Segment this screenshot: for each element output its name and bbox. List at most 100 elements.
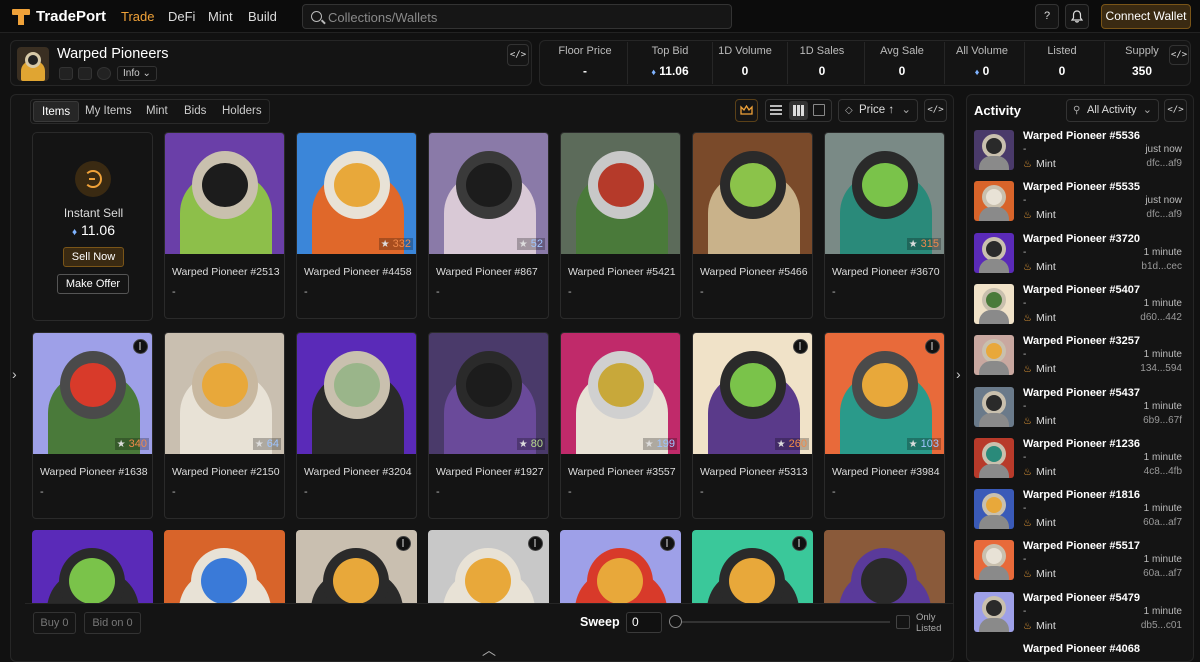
stats-code-button[interactable]: </> [1169, 45, 1189, 65]
nft-card-partial[interactable] [824, 530, 945, 603]
tab-holders[interactable]: Holders [214, 101, 270, 122]
nft-image: ★ 340 [33, 333, 152, 454]
nft-card-partial[interactable] [32, 530, 153, 603]
nft-price: - [172, 486, 176, 498]
activity-type: ♨ Mint [1023, 158, 1056, 170]
activity-row[interactable]: Warped Pioneer #1816- ♨ Mint 1 minute 60a...… [974, 489, 1186, 537]
nft-card[interactable]: Warped Pioneer #5466 - [692, 132, 813, 319]
nav-trade[interactable]: Trade [121, 9, 154, 24]
nft-card[interactable]: ★ 332 Warped Pioneer #4458 - [296, 132, 417, 319]
stat-divider [627, 42, 628, 84]
activity-row[interactable]: Warped Pioneer #4068 [974, 643, 1186, 657]
activity-row[interactable]: Warped Pioneer #5536 - ♨ Mint just now dfc...… [974, 130, 1186, 178]
rarity-button[interactable] [735, 99, 758, 122]
activity-row[interactable]: Warped Pioneer #3720- ♨ Mint 1 minute b1d...… [974, 232, 1186, 281]
nft-card[interactable]: ★ 340 Warped Pioneer #1638 - [32, 332, 153, 519]
list-view-icon[interactable] [770, 104, 782, 115]
nft-card[interactable]: ★ 52 Warped Pioneer #867 - [428, 132, 549, 319]
sort-dropdown[interactable]: Price ↑ ◇ ⌄ [838, 99, 918, 122]
nft-card-partial[interactable] [428, 530, 549, 603]
activity-row[interactable]: Warped Pioneer #1236- ♨ Mint 1 minute 4c8...… [974, 437, 1186, 486]
mint-icon: ♨ [1023, 415, 1032, 427]
info-dropdown[interactable]: Info ⌄ [117, 66, 157, 81]
stat-label: All Volume [956, 45, 1008, 57]
grid-code-button[interactable]: </> [924, 99, 947, 122]
nav-build[interactable]: Build [248, 9, 277, 24]
nft-card[interactable]: ★ 199 Warped Pioneer #3557 - [560, 332, 681, 519]
nft-image: ★ 260 [693, 333, 812, 454]
mint-icon: ♨ [1023, 261, 1032, 273]
activity-row[interactable]: Warped Pioneer #5437- ♨ Mint 1 minute 6b9...… [974, 386, 1186, 435]
nft-card[interactable]: ★ 80 Warped Pioneer #1927 - [428, 332, 549, 519]
notifications-button[interactable] [1065, 4, 1089, 29]
nft-card-partial[interactable] [296, 530, 417, 603]
activity-tx-hash[interactable]: 60a...af7 [1143, 517, 1182, 528]
nav-mint[interactable]: Mint [208, 9, 233, 24]
chevron-left-icon[interactable]: › [12, 366, 17, 382]
rank-value: 260 [788, 438, 807, 450]
activity-tx-hash[interactable]: dfc...af9 [1146, 209, 1182, 220]
tab-mint[interactable]: Mint [138, 101, 176, 122]
rank-value: 64 [266, 438, 279, 450]
activity-tx-hash[interactable]: 60a...af7 [1143, 568, 1182, 579]
activity-row[interactable]: Warped Pioneer #5407- ♨ Mint 1 minute d60...… [974, 283, 1186, 332]
activity-row[interactable]: Warped Pioneer #5517- ♨ Mint 1 minute 60a...… [974, 540, 1186, 588]
activity-row[interactable]: Warped Pioneer #5479- ♨ Mint 1 minute db5...… [974, 591, 1186, 640]
sweep-slider-handle[interactable] [669, 615, 682, 628]
nft-image: ★ 64 [165, 333, 284, 454]
bid-button[interactable]: Bid on 0 [84, 612, 141, 634]
collapse-activity-button[interactable]: › [956, 366, 961, 382]
large-grid-view-icon[interactable] [813, 104, 825, 116]
activity-type: ♨ Mint [1023, 415, 1056, 427]
tab-my-items[interactable]: My Items [77, 101, 140, 122]
top-nav: TradePort Trade DeFi Mint Build Collecti… [0, 0, 1200, 33]
nft-name: Warped Pioneer #4458 [304, 266, 412, 278]
activity-tx-hash[interactable]: dfc...af9 [1146, 158, 1182, 169]
activity-tx-hash[interactable]: db5...c01 [1141, 620, 1182, 631]
activity-filter-dropdown[interactable]: ⚲ All Activity ⌄ [1066, 99, 1159, 122]
rarity-badge-icon [925, 339, 940, 354]
activity-code-button[interactable]: </> [1164, 99, 1187, 122]
activity-tx-hash[interactable]: 4c8...4fb [1144, 466, 1182, 477]
stat-label: 1D Sales [799, 45, 845, 57]
sui-coin-icon: ♦ [72, 227, 78, 238]
brand-logo[interactable]: TradePort [12, 8, 106, 25]
buy-button[interactable]: Buy 0 [33, 612, 76, 634]
activity-tx-hash[interactable]: 6b9...67f [1143, 415, 1182, 426]
nft-card[interactable]: ★ 64 Warped Pioneer #2150 - [164, 332, 285, 519]
expand-bar-button[interactable]: ︿ [482, 640, 496, 660]
stat-value: - [583, 64, 587, 78]
activity-row[interactable]: Warped Pioneer #5535- ♨ Mint just now dfc...… [974, 181, 1186, 229]
activity-tx-hash[interactable]: d60...442 [1140, 312, 1182, 323]
twitter-icon[interactable] [78, 67, 92, 80]
website-icon[interactable] [97, 67, 111, 80]
nft-card[interactable]: ★ 315 Warped Pioneer #3670 - [824, 132, 945, 319]
only-listed-checkbox[interactable] [896, 615, 910, 629]
nft-card[interactable]: ★ 260 Warped Pioneer #5313 - [692, 332, 813, 519]
search-input[interactable]: Collections/Wallets [302, 4, 732, 29]
activity-tx-hash[interactable]: 134...594 [1140, 363, 1182, 374]
connect-wallet-button[interactable]: Connect Wallet [1101, 4, 1191, 29]
tab-bids[interactable]: Bids [176, 101, 214, 122]
sell-now-button[interactable]: Sell Now [63, 247, 124, 267]
chevron-up-icon: ︿ [482, 642, 496, 658]
nav-defi[interactable]: DeFi [168, 9, 195, 24]
nft-card-partial[interactable] [164, 530, 285, 603]
nft-card[interactable]: ★ 103 Warped Pioneer #3984 - [824, 332, 945, 519]
nft-card-partial[interactable] [560, 530, 681, 603]
make-offer-button[interactable]: Make Offer [57, 274, 129, 294]
activity-tx-hash[interactable]: b1d...cec [1141, 261, 1182, 272]
activity-row[interactable]: Warped Pioneer #3257- ♨ Mint 1 minute 134...… [974, 335, 1186, 383]
discord-icon[interactable] [59, 67, 73, 80]
rank-value: 332 [392, 238, 411, 250]
nft-card[interactable]: Warped Pioneer #3204 - [296, 332, 417, 519]
sweep-input[interactable]: 0 [626, 612, 662, 633]
help-button[interactable]: ? [1035, 4, 1059, 29]
nft-card-partial[interactable] [692, 530, 813, 603]
nft-card[interactable]: Warped Pioneer #5421 - [560, 132, 681, 319]
sweep-slider-track[interactable] [675, 621, 890, 623]
grid-view-icon[interactable] [789, 101, 808, 120]
embed-code-button[interactable]: </> [507, 44, 529, 66]
tab-items[interactable]: Items [33, 101, 80, 122]
nft-card[interactable]: Warped Pioneer #2513 - [164, 132, 285, 319]
